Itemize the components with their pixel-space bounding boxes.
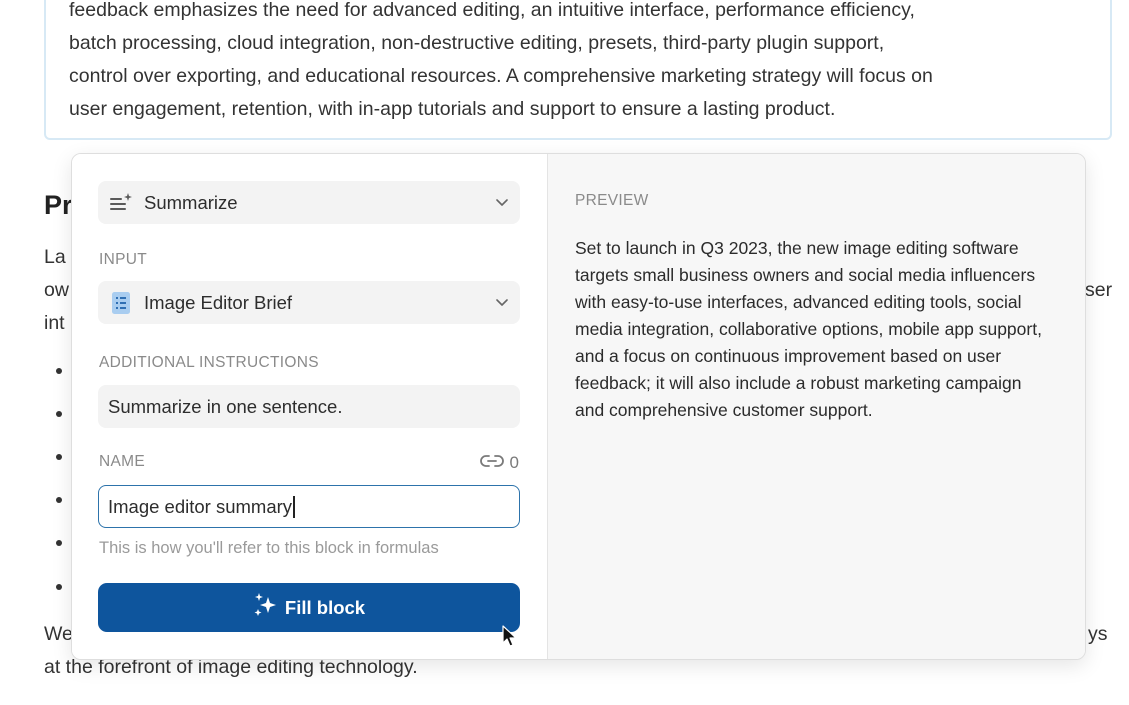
link-icon [479, 453, 504, 473]
list-bullet [56, 411, 62, 417]
preview-column: PREVIEW Set to launch in Q3 2023, the ne… [548, 154, 1085, 659]
doc-line-2: batch processing, cloud integration, non… [69, 32, 885, 54]
fill-block-label: Fill block [284, 596, 366, 618]
doc-heading: Pr [44, 190, 73, 220]
fill-block-button[interactable]: Fill block [98, 583, 520, 632]
document-icon [108, 290, 134, 316]
preview-text: Set to launch in Q3 2023, the new image … [575, 238, 1042, 420]
doc-paragraph-fragment: ser [1085, 279, 1113, 301]
preview-label: PREVIEW [575, 192, 649, 209]
chevron-down-icon [494, 195, 510, 211]
doc-paragraph-fragment: La [44, 246, 66, 268]
list-bullet [56, 584, 62, 590]
list-bullet [56, 497, 62, 503]
mouse-cursor-icon [502, 625, 518, 654]
action-select-label: Summarize [144, 191, 238, 213]
doc-line-1: feedback emphasizes the need for advance… [69, 0, 915, 21]
list-bullet [56, 540, 62, 546]
doc-paragraph-fragment: int [44, 312, 65, 334]
link-count: 0 [479, 453, 519, 473]
name-hint: This is how you'll refer to this block i… [99, 539, 439, 557]
doc-paragraph-fragment: ys [1088, 623, 1108, 645]
name-field-value: Image editor summary [108, 495, 293, 517]
additional-instructions-input[interactable]: Summarize in one sentence. [98, 385, 520, 428]
input-select[interactable]: Image Editor Brief [98, 281, 520, 324]
doc-line-3: control over exporting, and educational … [69, 65, 933, 87]
list-bullet [56, 454, 62, 460]
summarize-icon [108, 190, 134, 216]
list-bullet [56, 368, 62, 374]
link-count-value: 0 [509, 453, 519, 472]
name-label: NAME [99, 453, 145, 470]
config-column: Summarize INPUT Image Editor Brief ADDIT… [72, 154, 548, 659]
additional-instructions-label: ADDITIONAL INSTRUCTIONS [99, 354, 319, 371]
fill-block-panel: Summarize INPUT Image Editor Brief ADDIT… [71, 153, 1086, 660]
sparkles-icon [253, 592, 279, 623]
doc-line-4: user engagement, retention, with in-app … [69, 98, 836, 120]
action-select[interactable]: Summarize [98, 181, 520, 224]
name-field[interactable]: Image editor summary [98, 485, 520, 528]
input-label: INPUT [99, 251, 147, 268]
input-select-label: Image Editor Brief [144, 291, 293, 313]
text-caret [293, 495, 295, 518]
doc-paragraph-fragment: ow [44, 279, 69, 301]
chevron-down-icon [494, 295, 510, 311]
document-text-block: feedback emphasizes the need for advance… [44, 0, 1112, 140]
doc-paragraph-fragment: We [44, 623, 73, 645]
